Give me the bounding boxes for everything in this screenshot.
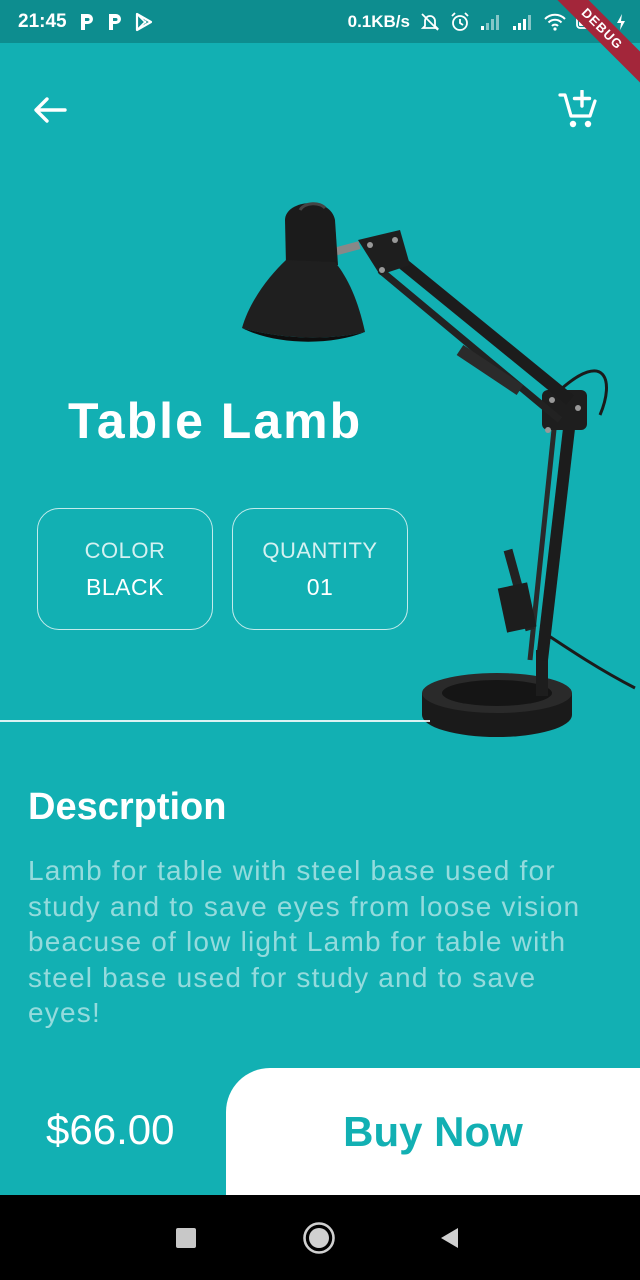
quantity-label: QUANTITY [262, 537, 378, 563]
home-icon [302, 1221, 336, 1255]
add-to-cart-icon [558, 90, 598, 130]
recents-button[interactable] [151, 1195, 221, 1280]
arrow-left-icon [32, 96, 68, 124]
quantity-value: 01 [306, 573, 334, 600]
wifi-icon [544, 13, 566, 31]
color-label: COLOR [84, 537, 166, 563]
description-heading: Descrption [28, 786, 227, 828]
status-time: 21:45 [18, 10, 67, 32]
product-detail-screen: 21:45 0.1KB/s DEBUG Table Lamb COLOR BLA… [0, 0, 640, 1195]
p-icon [107, 12, 123, 32]
alarm-icon [450, 11, 470, 32]
charging-icon [616, 13, 626, 31]
description-text: Lamb for table with steel base used for … [28, 855, 581, 1028]
system-navigation-bar [0, 1195, 640, 1280]
back-icon [438, 1226, 460, 1250]
status-left: 21:45 [18, 11, 153, 33]
network-speed: 0.1KB/s [347, 11, 410, 31]
price-label: $66.00 [46, 1106, 175, 1153]
recents-icon [175, 1227, 197, 1249]
status-bar: 21:45 0.1KB/s [0, 0, 640, 43]
product-title: Table Lamb [68, 393, 363, 449]
signal-icon [480, 13, 502, 31]
buy-now-button[interactable]: Buy Now [226, 1068, 640, 1195]
add-to-cart-button[interactable] [556, 88, 600, 132]
nav-back-button[interactable] [414, 1195, 484, 1280]
color-selector[interactable]: COLOR BLACK [37, 508, 213, 630]
back-button[interactable] [28, 90, 72, 130]
mute-icon [420, 12, 440, 32]
quantity-selector[interactable]: QUANTITY 01 [232, 508, 408, 630]
p-icon [79, 12, 95, 32]
play-store-icon [135, 12, 153, 32]
signal-icon [512, 13, 534, 31]
desk-lamp-image [230, 190, 640, 750]
divider [0, 720, 430, 722]
color-value: BLACK [86, 573, 164, 600]
home-button[interactable] [284, 1195, 354, 1280]
